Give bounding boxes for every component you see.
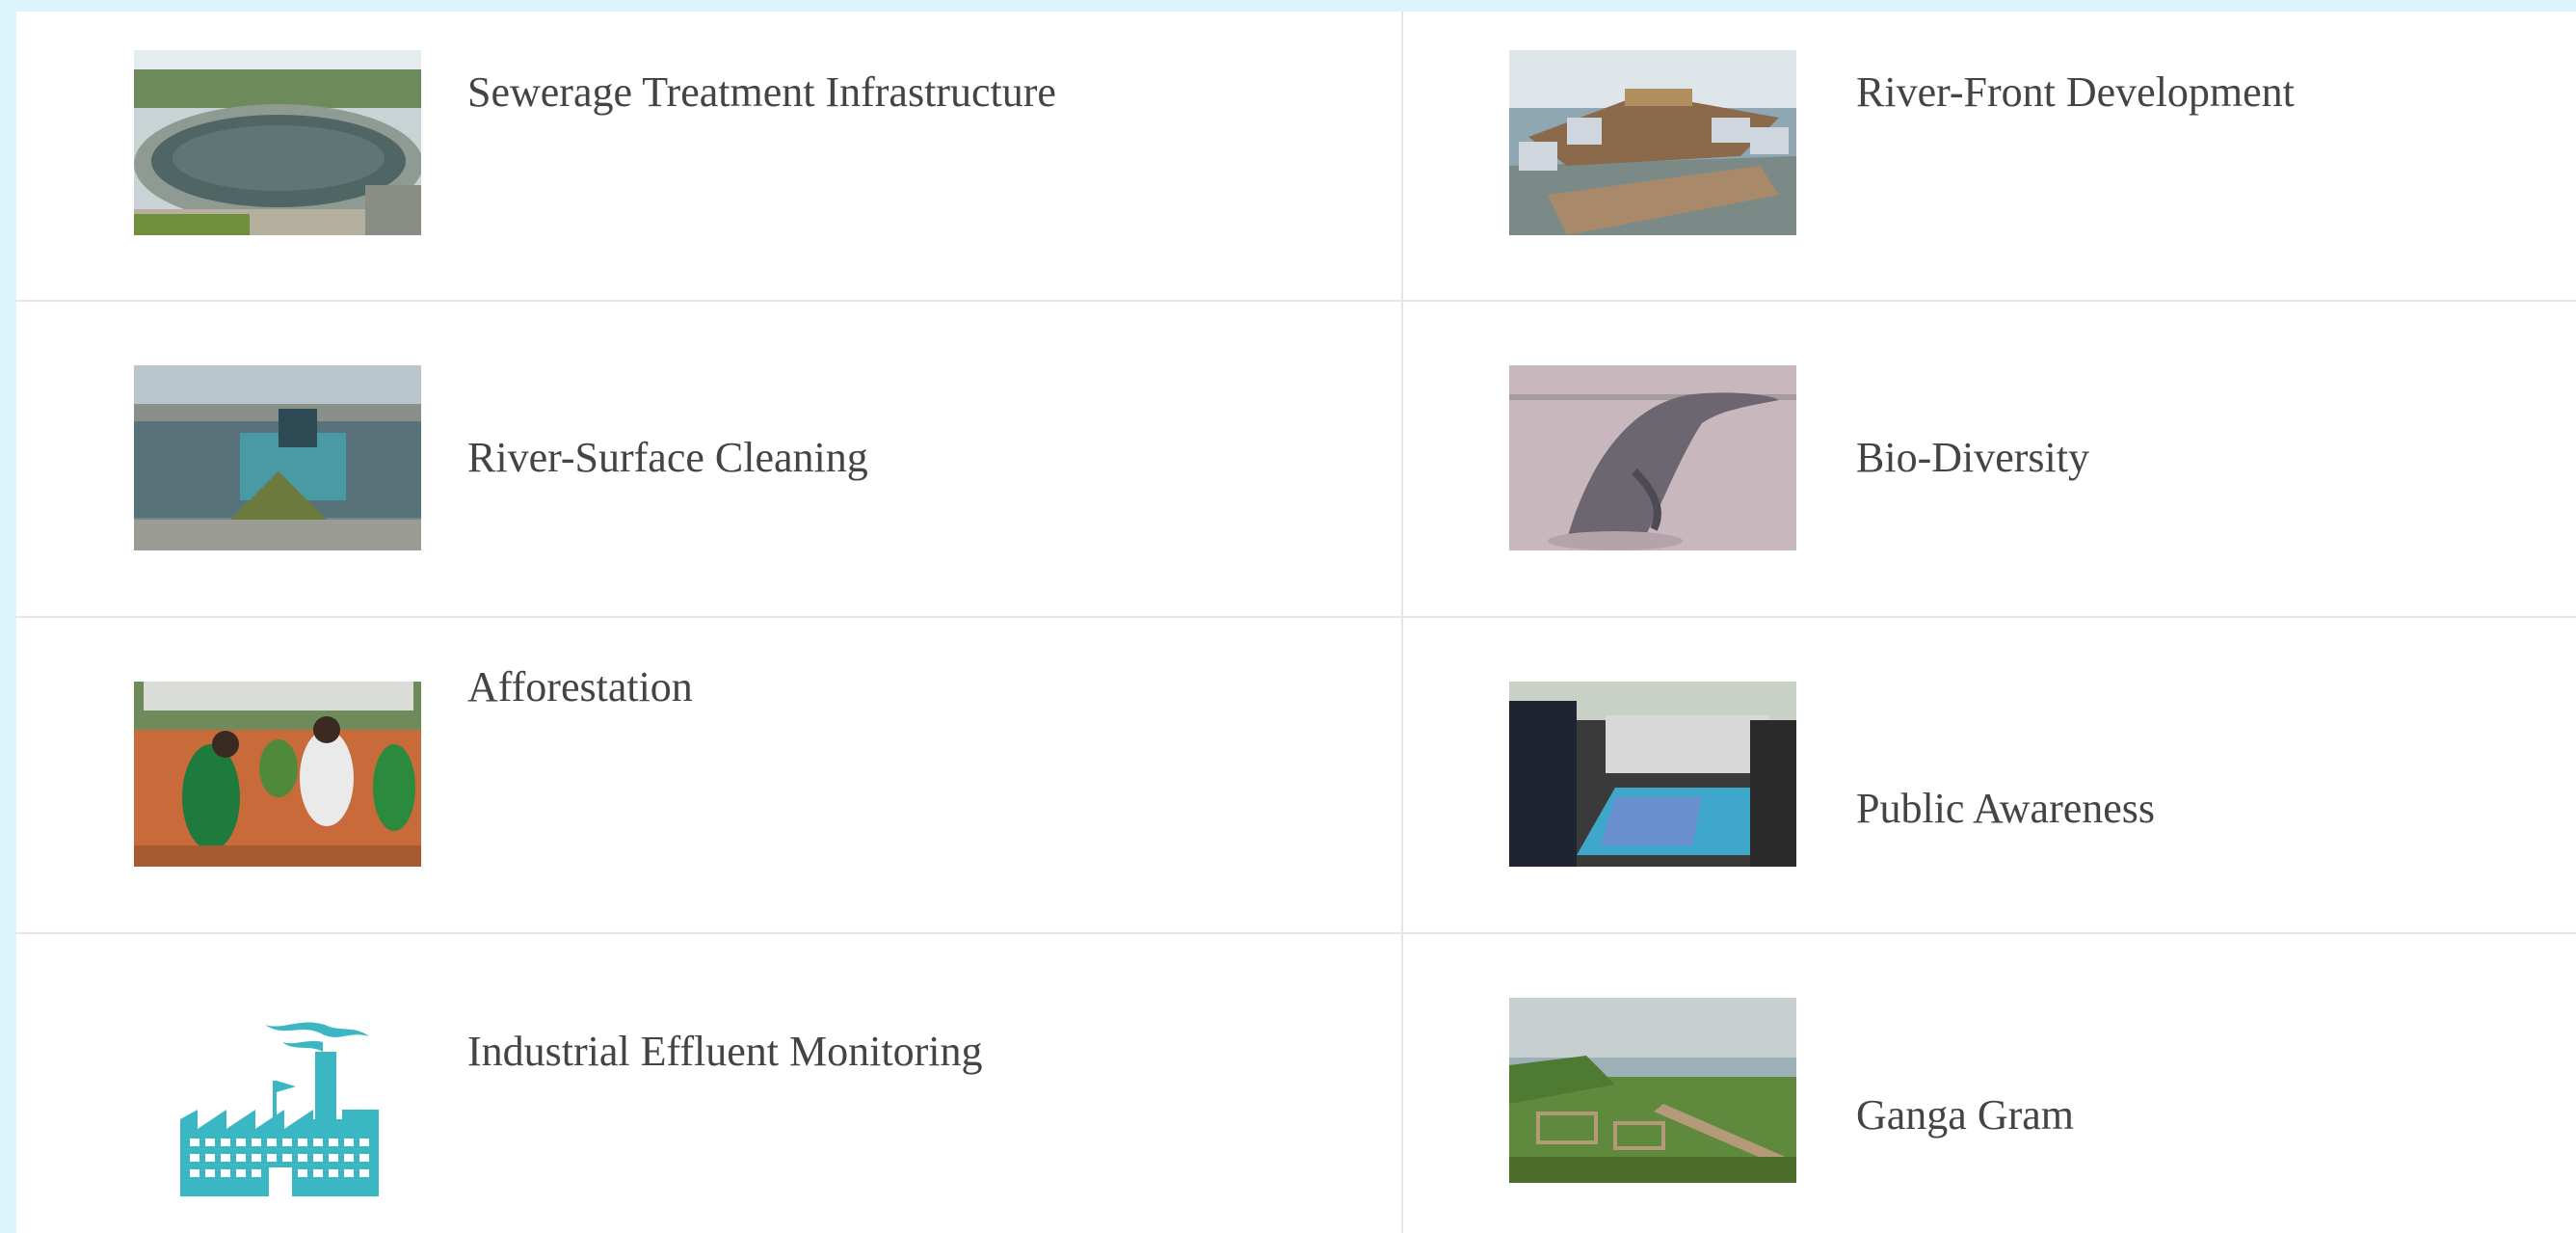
grid-item-public-awareness[interactable]: Public Awareness (1401, 618, 2576, 932)
item-label[interactable]: Ganga Gram (1856, 1094, 2074, 1137)
grid-item-ganga-gram[interactable]: Ganga Gram (1401, 934, 2576, 1233)
grid-item-river-front[interactable]: River-Front Development (1401, 12, 2576, 300)
dolphin-photo (1509, 365, 1796, 550)
grid-item-afforestation[interactable]: Afforestation (16, 618, 1401, 932)
grid-item-bio-diversity[interactable]: Bio-Diversity (1401, 302, 2576, 616)
item-label[interactable]: Industrial Effluent Monitoring (467, 1031, 982, 1073)
sewerage-treatment-photo (134, 50, 421, 235)
ganga-gram-photo (1509, 998, 1796, 1183)
grid-item-industrial-effluent[interactable]: Industrial Effluent Monitoring (16, 934, 1401, 1233)
grid-item-sewerage[interactable]: Sewerage Treatment Infrastructure (16, 12, 1401, 300)
afforestation-photo (134, 682, 421, 867)
program-grid: Sewerage Treatment Infrastructure River-… (16, 12, 2576, 1233)
factory-icon (178, 1013, 381, 1196)
public-awareness-photo (1509, 682, 1796, 867)
item-label[interactable]: River-Surface Cleaning (467, 437, 868, 479)
item-label[interactable]: Bio-Diversity (1856, 437, 2089, 479)
river-front-photo (1509, 50, 1796, 235)
item-label[interactable]: Afforestation (467, 666, 693, 709)
item-label[interactable]: Public Awareness (1856, 788, 2155, 830)
item-label[interactable]: River-Front Development (1856, 71, 2295, 114)
item-label[interactable]: Sewerage Treatment Infrastructure (467, 71, 1056, 114)
grid-item-river-cleaning[interactable]: River-Surface Cleaning (16, 302, 1401, 616)
river-surface-cleaning-photo (134, 365, 421, 550)
